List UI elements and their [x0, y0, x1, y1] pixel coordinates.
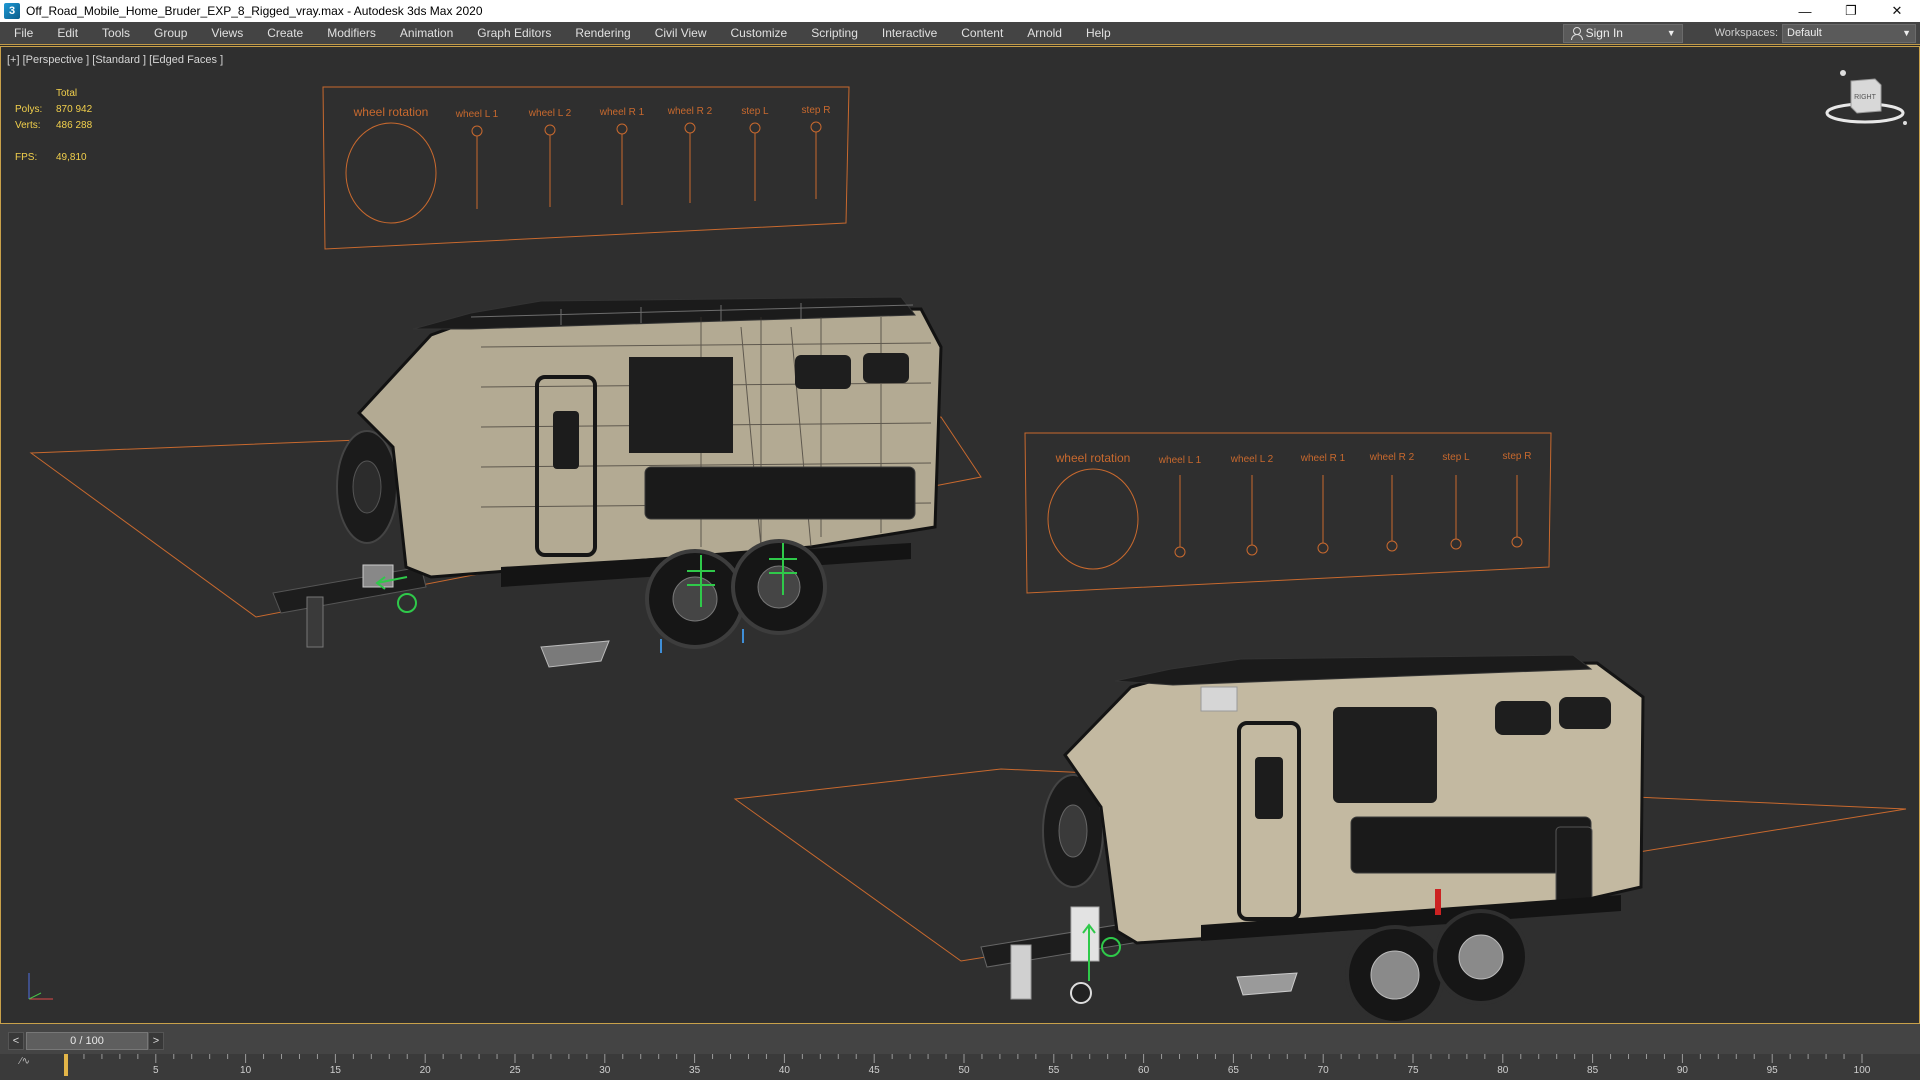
- stats-verts-value: 486 288: [56, 119, 93, 131]
- timeline-tick-label: 100: [1853, 1065, 1871, 1076]
- window-title: Off_Road_Mobile_Home_Bruder_EXP_8_Rigged…: [26, 4, 483, 18]
- perspective-viewport[interactable]: [+] [Perspective ] [Standard ] [Edged Fa…: [0, 46, 1920, 1024]
- menu-create[interactable]: Create: [255, 22, 315, 45]
- chevron-down-icon: ▼: [1902, 28, 1911, 38]
- sign-in-label: Sign In: [1585, 26, 1623, 40]
- stats-fps-value: 49,810: [56, 151, 87, 163]
- menu-modifiers[interactable]: Modifiers: [315, 22, 388, 45]
- control-panel-label: wheel L 1: [455, 109, 499, 120]
- timeline-tick-label: 10: [240, 1065, 252, 1076]
- timeline-tick-label: 85: [1587, 1065, 1599, 1076]
- timeline-tick-label: 95: [1766, 1065, 1778, 1076]
- timeline-ruler[interactable]: 5 10 15 20 25 30 35 40 45 50 55 60 65 70 75 80 85 90 95 100: [0, 1054, 1920, 1080]
- control-panel-label: wheel R 1: [599, 107, 645, 118]
- control-panel-label: wheel rotation: [1055, 451, 1131, 465]
- restore-button[interactable]: ❐: [1828, 0, 1874, 22]
- menu-interactive[interactable]: Interactive: [870, 22, 949, 45]
- menu-content[interactable]: Content: [949, 22, 1015, 45]
- app-logo-icon: 3: [4, 3, 20, 19]
- menu-group[interactable]: Group: [142, 22, 199, 45]
- menu-rendering[interactable]: Rendering: [563, 22, 642, 45]
- control-panel-label: wheel L 1: [1158, 455, 1202, 466]
- timeline-tick-label: 30: [599, 1065, 611, 1076]
- menu-civil-view[interactable]: Civil View: [643, 22, 719, 45]
- app-window: 3 Off_Road_Mobile_Home_Bruder_EXP_8_Rigg…: [0, 0, 1920, 1080]
- menu-views[interactable]: Views: [199, 22, 255, 45]
- timeline-tick-label: 90: [1676, 1065, 1688, 1076]
- control-panel-label: step L: [1442, 452, 1470, 463]
- trailer-model-shaded[interactable]: [980, 654, 1645, 1023]
- stats-polys-value: 870 942: [56, 103, 93, 115]
- home-icon: [1840, 70, 1846, 76]
- timeline-tick-label: 35: [689, 1065, 701, 1076]
- menu-animation[interactable]: Animation: [388, 22, 465, 45]
- timeline-tick-label: 75: [1407, 1065, 1419, 1076]
- menu-bar: File Edit Tools Group Views Create Modif…: [0, 22, 1920, 45]
- title-bar: 3 Off_Road_Mobile_Home_Bruder_EXP_8_Rigg…: [0, 0, 1920, 22]
- timeline-tick-label: 5: [153, 1065, 159, 1076]
- control-panel-label: wheel L 2: [1230, 454, 1274, 465]
- stats-verts-label: Verts:: [15, 119, 41, 131]
- control-panel-label: step L: [741, 106, 769, 117]
- timeline-tick-label: 50: [958, 1065, 970, 1076]
- menu-edit[interactable]: Edit: [45, 22, 90, 45]
- timeline-prev-button[interactable]: <: [8, 1032, 24, 1050]
- timeline-tick-label: 70: [1317, 1065, 1329, 1076]
- control-panel-label: wheel R 2: [1369, 452, 1415, 463]
- scene-statistics: Total Polys: 870 942 Verts: 486 288 FPS: 49…: [15, 85, 92, 165]
- user-icon: [1570, 27, 1583, 40]
- viewport-label[interactable]: [+] [Perspective ] [Standard ] [Edged Fa…: [7, 54, 223, 66]
- current-frame-marker[interactable]: [64, 1054, 68, 1076]
- menu-tools[interactable]: Tools: [90, 22, 142, 45]
- control-panel-label: wheel L 2: [528, 108, 572, 119]
- workspace-select[interactable]: Default ▼: [1782, 23, 1916, 43]
- timeline-tick-label: 45: [868, 1065, 880, 1076]
- stats-total-label: Total: [56, 87, 78, 99]
- scene-canvas[interactable]: [1, 47, 1919, 1023]
- close-button[interactable]: ✕: [1874, 0, 1920, 22]
- control-panel-label: wheel R 1: [1300, 453, 1346, 464]
- stats-fps-label: FPS:: [15, 151, 38, 163]
- timeline: < 0 / 100 > 5 10 15 20 25 30 35 40 45 50 55 60 65 70 7…: [0, 1024, 1920, 1080]
- menu-arnold[interactable]: Arnold: [1015, 22, 1074, 45]
- timeline-tick-label: 60: [1138, 1065, 1150, 1076]
- workspaces-label: Workspaces:: [1714, 27, 1778, 39]
- timeline-tick-label: 40: [778, 1065, 790, 1076]
- timeline-next-button[interactable]: >: [148, 1032, 164, 1050]
- workspace-value: Default: [1787, 27, 1822, 39]
- menu-file[interactable]: File: [0, 22, 45, 45]
- control-panel-label: step R: [1502, 451, 1532, 462]
- stats-polys-label: Polys:: [15, 103, 43, 115]
- control-panel-label: wheel R 2: [667, 106, 713, 117]
- trailer-model-wireframe[interactable]: [272, 296, 943, 668]
- menu-graph-editors[interactable]: Graph Editors: [465, 22, 563, 45]
- chevron-down-icon: ▼: [1666, 28, 1676, 38]
- timeline-tick-label: 80: [1497, 1065, 1509, 1076]
- time-slider[interactable]: 0 / 100: [26, 1032, 148, 1050]
- viewcube-face-label: RIGHT: [1854, 94, 1877, 101]
- timeline-tick-label: 65: [1227, 1065, 1239, 1076]
- control-panel-label: step R: [801, 105, 831, 116]
- timeline-tick-label: 15: [329, 1065, 341, 1076]
- menu-customize[interactable]: Customize: [719, 22, 800, 45]
- control-panel-label: wheel rotation: [353, 105, 429, 119]
- menu-help[interactable]: Help: [1074, 22, 1123, 45]
- timeline-tick-label: 25: [509, 1065, 521, 1076]
- timeline-tick-label: 55: [1048, 1065, 1060, 1076]
- world-axis-tripod: [28, 973, 53, 1000]
- menu-scripting[interactable]: Scripting: [799, 22, 870, 45]
- sign-in-button[interactable]: Sign In ▼: [1562, 23, 1683, 43]
- key-filter-icon[interactable]: ⁄∿: [20, 1056, 30, 1067]
- minimize-button[interactable]: —: [1782, 0, 1828, 22]
- timeline-tick-label: 20: [419, 1065, 431, 1076]
- viewcube[interactable]: RIGHT: [1823, 67, 1907, 127]
